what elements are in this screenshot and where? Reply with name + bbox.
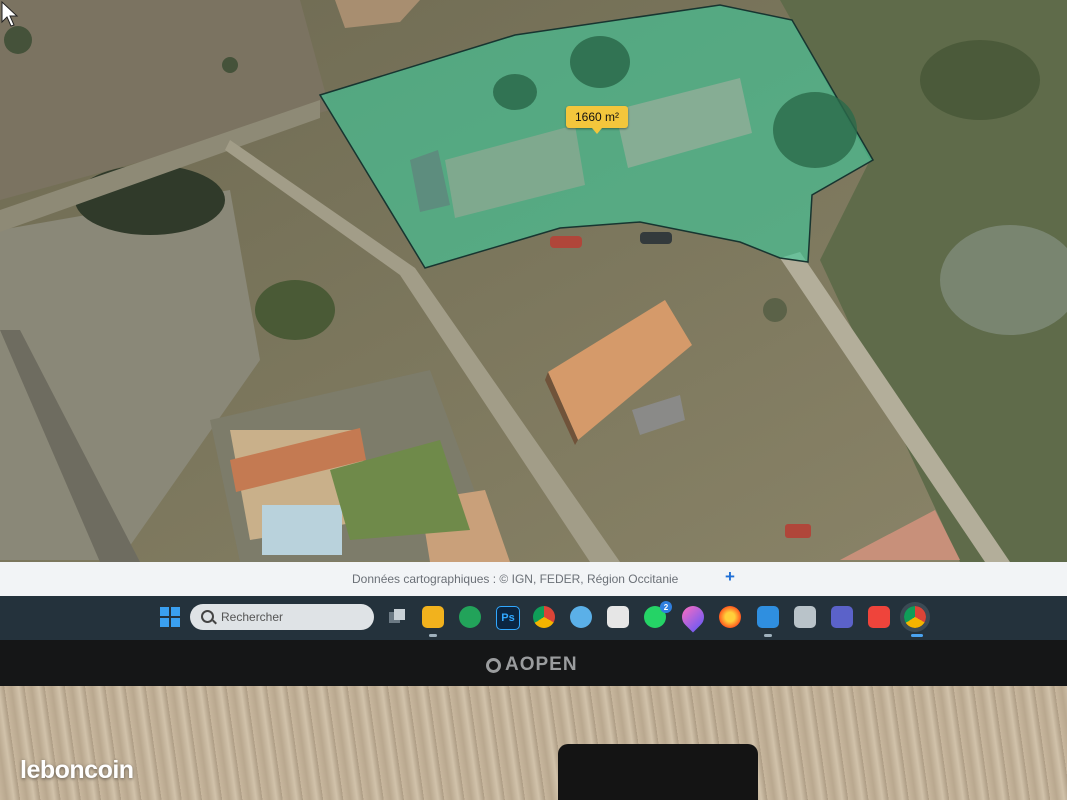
zoom-in-button[interactable]: +	[725, 567, 735, 587]
whatsapp-icon[interactable]: 2	[644, 601, 672, 628]
search-placeholder: Rechercher	[221, 610, 284, 624]
firefox-icon[interactable]	[719, 606, 741, 628]
task-view-icon[interactable]	[386, 606, 408, 628]
desk-surface	[0, 686, 1067, 800]
file-explorer-icon[interactable]	[422, 606, 444, 628]
mouse-cursor-icon	[1, 0, 19, 27]
satellite-imagery	[0, 0, 1067, 562]
document-folder-icon[interactable]	[794, 606, 816, 628]
leboncoin-watermark: leboncoin	[20, 756, 134, 784]
windows-logo-icon	[160, 607, 169, 616]
monitor-bezel: AOPEN	[0, 640, 1067, 686]
chrome-icon[interactable]	[533, 606, 555, 628]
snipping-tool-icon[interactable]	[607, 606, 629, 628]
taskbar-search[interactable]: Rechercher	[190, 604, 374, 630]
chrome-active-icon[interactable]	[900, 602, 930, 632]
mail-icon[interactable]	[757, 606, 779, 628]
windows-taskbar: Rechercher Ps 2	[0, 596, 1067, 640]
photoshop-icon[interactable]: Ps	[496, 606, 520, 630]
aopen-logo-icon	[486, 657, 501, 673]
teams-icon[interactable]	[831, 606, 853, 628]
map-attribution-bar: Données cartographiques : © IGN, FEDER, …	[0, 562, 1067, 596]
edge-icon[interactable]	[459, 606, 481, 628]
monitor-brand-label: AOPEN	[505, 654, 578, 675]
whatsapp-badge: 2	[660, 601, 672, 613]
start-button[interactable]	[160, 607, 180, 627]
satellite-map[interactable]: 1660 m²	[0, 0, 1067, 562]
anydesk-icon[interactable]	[868, 606, 890, 628]
droplet-app-icon[interactable]	[677, 601, 709, 633]
monitor-brand: AOPEN	[486, 654, 578, 676]
monitor-screen: 1660 m² Données cartographiques : © IGN,…	[0, 0, 1067, 640]
desk-object	[558, 744, 758, 800]
search-icon	[201, 610, 214, 623]
map-attribution: Données cartographiques : © IGN, FEDER, …	[352, 572, 679, 586]
parcel-area-label: 1660 m²	[566, 106, 628, 134]
paint-icon[interactable]	[570, 606, 592, 628]
